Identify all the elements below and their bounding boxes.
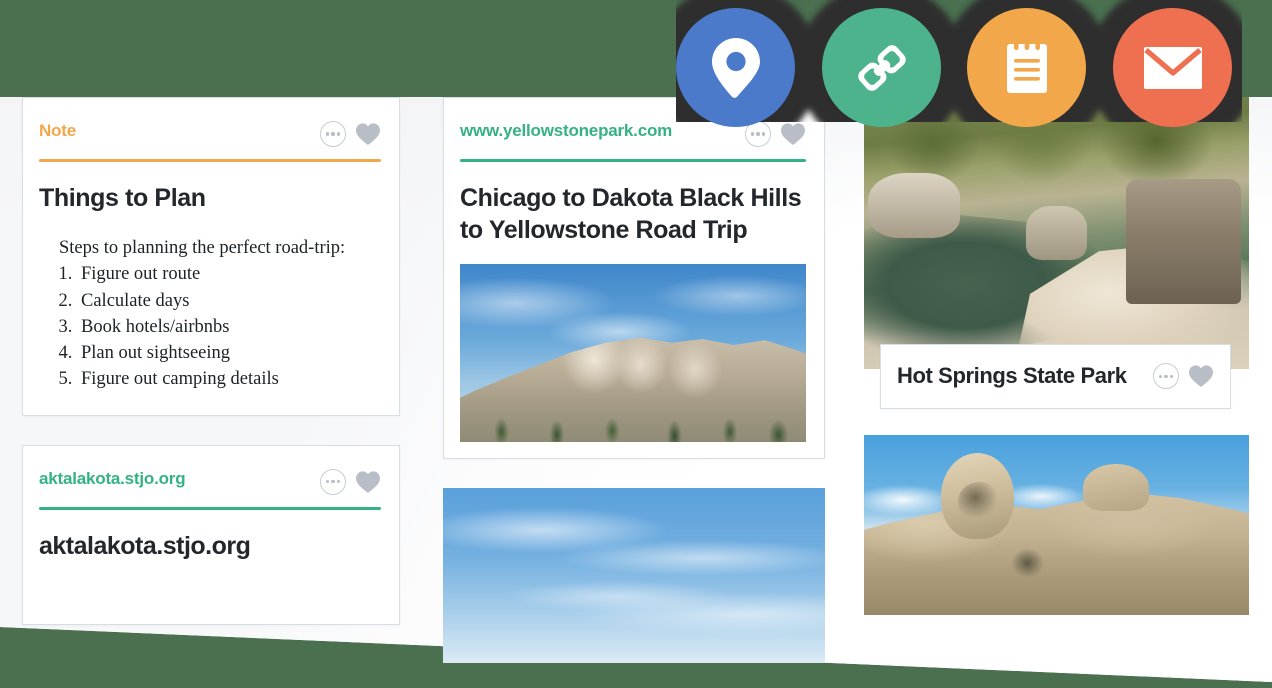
toolbar-button-link[interactable] bbox=[822, 8, 941, 127]
card-actions bbox=[320, 468, 381, 495]
favorite-heart-icon[interactable] bbox=[1188, 364, 1214, 388]
board-column-3: Hot Springs State Park bbox=[864, 97, 1249, 644]
toolbar-button-email[interactable] bbox=[1113, 8, 1232, 127]
card-header: Note bbox=[39, 120, 381, 147]
board-column-2: www.yellowstonepark.com Chicago to Dakot… bbox=[443, 97, 825, 688]
photo-card-hot-springs[interactable]: Hot Springs State Park bbox=[864, 97, 1249, 409]
blue-sky-photo bbox=[443, 488, 825, 663]
card-header: aktalakota.stjo.org bbox=[39, 468, 381, 495]
hot-springs-photo bbox=[864, 97, 1249, 369]
photo-caption-title: Hot Springs State Park bbox=[897, 363, 1127, 389]
favorite-heart-icon[interactable] bbox=[780, 122, 806, 146]
note-card-body: Steps to planning the perfect road-trip:… bbox=[39, 213, 381, 393]
article-card-title: Chicago to Dakota Black Hills to Yellows… bbox=[460, 184, 802, 244]
email-icon bbox=[1143, 46, 1202, 89]
toolbar-button-location[interactable] bbox=[676, 8, 795, 127]
mount-rushmore-photo bbox=[460, 264, 806, 442]
location-icon bbox=[711, 37, 760, 98]
crazy-horse-memorial-photo bbox=[864, 435, 1249, 615]
more-options-icon[interactable] bbox=[320, 468, 346, 495]
floating-action-toolbar bbox=[676, 0, 1242, 127]
note-step-item: Book hotels/airbnbs bbox=[77, 314, 381, 340]
note-card[interactable]: Note Things to Plan Steps to planning th… bbox=[22, 97, 400, 416]
note-step-item: Plan out sightseeing bbox=[77, 340, 381, 366]
note-intro-text: Steps to planning the perfect road-trip: bbox=[59, 238, 346, 258]
board-column-1: Note Things to Plan Steps to planning th… bbox=[22, 97, 400, 654]
card-source-label: aktalakota.stjo.org bbox=[39, 468, 186, 488]
photo-card-blue-sky[interactable] bbox=[443, 488, 825, 663]
link-icon bbox=[857, 44, 906, 91]
link-card-title: aktalakota.stjo.org bbox=[39, 531, 251, 560]
more-options-icon[interactable] bbox=[320, 121, 346, 147]
photo-card-crazy-horse[interactable] bbox=[864, 435, 1249, 615]
favorite-heart-icon[interactable] bbox=[355, 470, 381, 494]
card-actions bbox=[745, 120, 806, 147]
note-icon bbox=[1006, 38, 1047, 93]
photo-caption-box: Hot Springs State Park bbox=[880, 344, 1231, 409]
note-card-title: Things to Plan bbox=[39, 184, 206, 212]
card-actions bbox=[320, 120, 381, 147]
toolbar-button-note[interactable] bbox=[967, 8, 1086, 127]
card-header: www.yellowstonepark.com bbox=[460, 120, 806, 147]
note-step-item: Figure out camping details bbox=[77, 366, 381, 392]
favorite-heart-icon[interactable] bbox=[355, 122, 381, 146]
app-stage: Note Things to Plan Steps to planning th… bbox=[0, 0, 1272, 688]
card-source-label: Note bbox=[39, 121, 76, 140]
more-options-icon[interactable] bbox=[1153, 363, 1179, 390]
note-step-item: Figure out route bbox=[77, 261, 381, 287]
article-card-yellowstone[interactable]: www.yellowstonepark.com Chicago to Dakot… bbox=[443, 97, 825, 459]
note-step-item: Calculate days bbox=[77, 288, 381, 314]
card-source-label: www.yellowstonepark.com bbox=[460, 121, 673, 140]
card-actions bbox=[1153, 362, 1214, 390]
clip-board: Note Things to Plan Steps to planning th… bbox=[0, 97, 1272, 688]
link-card-aktalakota[interactable]: aktalakota.stjo.org aktalakota.stjo.org bbox=[22, 444, 400, 625]
note-steps-list: Figure out route Calculate days Book hot… bbox=[77, 261, 381, 392]
